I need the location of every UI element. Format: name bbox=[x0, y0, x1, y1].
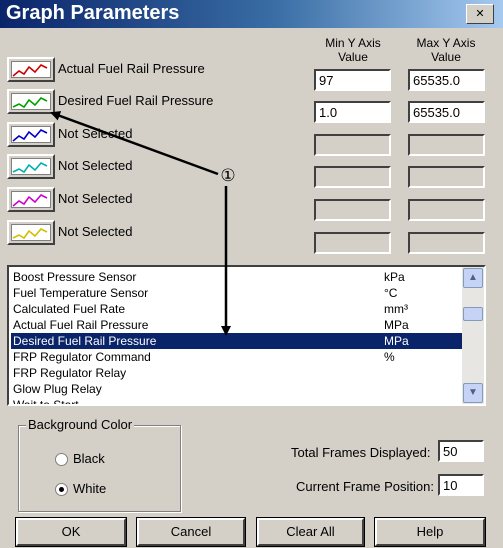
list-item[interactable]: Glow Plug Relay bbox=[11, 381, 463, 397]
max-y-input bbox=[408, 199, 485, 221]
color-swatch-button[interactable] bbox=[7, 187, 55, 212]
min-y-input bbox=[314, 134, 391, 156]
list-item-unit: MPa bbox=[384, 318, 409, 332]
parameter-label: Desired Fuel Rail Pressure bbox=[58, 93, 214, 108]
background-color-title: Background Color bbox=[26, 417, 135, 432]
min-y-value: 1.0 bbox=[319, 105, 338, 120]
list-item[interactable]: FRP Regulator Relay bbox=[11, 365, 463, 381]
list-item-name: Actual Fuel Rail Pressure bbox=[13, 318, 149, 332]
parameter-label: Not Selected bbox=[58, 191, 133, 206]
list-item-name: Wait to Start bbox=[13, 398, 79, 406]
total-frames-input[interactable]: 50 bbox=[438, 440, 484, 462]
color-swatch-button[interactable] bbox=[7, 220, 55, 245]
list-item-unit: °C bbox=[384, 286, 398, 300]
list-item-unit: % bbox=[384, 350, 395, 364]
list-item-name: Glow Plug Relay bbox=[13, 382, 102, 396]
title-bar: Graph Parameters ✕ bbox=[0, 0, 503, 28]
list-item-unit: kPa bbox=[384, 270, 405, 284]
trend-line-icon bbox=[12, 129, 48, 142]
min-y-value: 97 bbox=[319, 73, 334, 88]
list-item[interactable]: Actual Fuel Rail Pressure MPa bbox=[11, 317, 463, 333]
max-y-input bbox=[408, 232, 485, 254]
trend-line-icon bbox=[12, 162, 48, 174]
current-frame-input[interactable]: 10 bbox=[438, 474, 484, 496]
current-frame-value: 10 bbox=[443, 478, 458, 493]
max-axis-header: Max Y Axis Value bbox=[405, 36, 487, 64]
list-item[interactable]: Wait to Start bbox=[11, 397, 463, 406]
list-item-unit: mm³ bbox=[384, 302, 408, 316]
trend-line-icon bbox=[12, 194, 48, 207]
trend-line-icon bbox=[12, 97, 48, 109]
radio-white[interactable] bbox=[55, 483, 68, 496]
list-item[interactable]: Fuel Temperature Sensor °C bbox=[11, 285, 463, 301]
total-frames-label: Total Frames Displayed: bbox=[291, 445, 431, 460]
sensor-listbox[interactable]: Boost Pressure Sensor kPa Fuel Temperature… bbox=[7, 265, 486, 406]
radio-black-label: Black bbox=[73, 451, 105, 466]
min-y-input[interactable]: 97 bbox=[314, 69, 391, 91]
scroll-thumb[interactable] bbox=[463, 307, 483, 321]
cancel-button[interactable]: Cancel bbox=[137, 518, 245, 546]
color-swatch-button[interactable] bbox=[7, 122, 55, 147]
color-swatch-button[interactable] bbox=[7, 89, 55, 114]
list-item-unit: MPa bbox=[384, 334, 409, 348]
radio-white-label: White bbox=[73, 481, 107, 496]
list-item-name: FRP Regulator Relay bbox=[13, 366, 127, 380]
current-frame-label: Current Frame Position: bbox=[296, 479, 434, 494]
callout-marker: ① bbox=[220, 166, 235, 186]
list-scrollbar[interactable]: ▲ ▼ bbox=[462, 267, 484, 404]
list-item-name: FRP Regulator Command bbox=[13, 350, 151, 364]
parameter-label: Not Selected bbox=[58, 126, 133, 141]
parameter-label: Not Selected bbox=[58, 224, 133, 239]
min-y-input bbox=[314, 166, 391, 188]
trend-line-icon bbox=[12, 228, 48, 240]
list-item-name: Desired Fuel Rail Pressure bbox=[13, 334, 157, 348]
list-item[interactable]: Calculated Fuel Rate mm³ bbox=[11, 301, 463, 317]
min-axis-header-text: Min Y Axis Value bbox=[325, 36, 381, 64]
list-item[interactable]: Boost Pressure Sensor kPa bbox=[11, 269, 463, 285]
max-y-value: 65535.0 bbox=[413, 73, 460, 88]
min-y-input bbox=[314, 232, 391, 254]
min-y-input[interactable]: 1.0 bbox=[314, 101, 391, 123]
color-swatch-button[interactable] bbox=[7, 57, 55, 82]
list-item-name: Calculated Fuel Rate bbox=[13, 302, 126, 316]
parameter-label: Actual Fuel Rail Pressure bbox=[58, 61, 205, 76]
radio-selected-dot bbox=[59, 487, 64, 492]
max-y-value: 65535.0 bbox=[413, 105, 460, 120]
color-swatch-button[interactable] bbox=[7, 154, 55, 179]
max-y-input bbox=[408, 166, 485, 188]
close-icon[interactable]: ✕ bbox=[466, 4, 494, 24]
max-axis-header-text: Max Y Axis Value bbox=[416, 36, 476, 64]
max-y-input[interactable]: 65535.0 bbox=[408, 101, 485, 123]
scroll-down-icon[interactable]: ▼ bbox=[463, 383, 483, 403]
min-y-input bbox=[314, 199, 391, 221]
max-y-input[interactable]: 65535.0 bbox=[408, 69, 485, 91]
clear-all-button[interactable]: Clear All bbox=[257, 518, 364, 546]
min-axis-header: Min Y Axis Value bbox=[312, 36, 394, 64]
background-color-group: Background Color Black White bbox=[18, 417, 181, 512]
ok-button[interactable]: OK bbox=[16, 518, 126, 546]
list-item-name: Fuel Temperature Sensor bbox=[13, 286, 149, 300]
list-item[interactable]: FRP Regulator Command% bbox=[11, 349, 463, 365]
trend-line-icon bbox=[12, 64, 48, 77]
scroll-up-icon[interactable]: ▲ bbox=[463, 268, 483, 288]
total-frames-value: 50 bbox=[443, 444, 458, 459]
help-button[interactable]: Help bbox=[375, 518, 485, 546]
radio-black[interactable] bbox=[55, 453, 68, 466]
parameter-label: Not Selected bbox=[58, 158, 133, 173]
list-item-name: Boost Pressure Sensor bbox=[13, 270, 137, 284]
list-item[interactable]: Desired Fuel Rail Pressure MPa bbox=[11, 333, 463, 349]
max-y-input bbox=[408, 134, 485, 156]
window-title: Graph Parameters bbox=[6, 2, 180, 24]
